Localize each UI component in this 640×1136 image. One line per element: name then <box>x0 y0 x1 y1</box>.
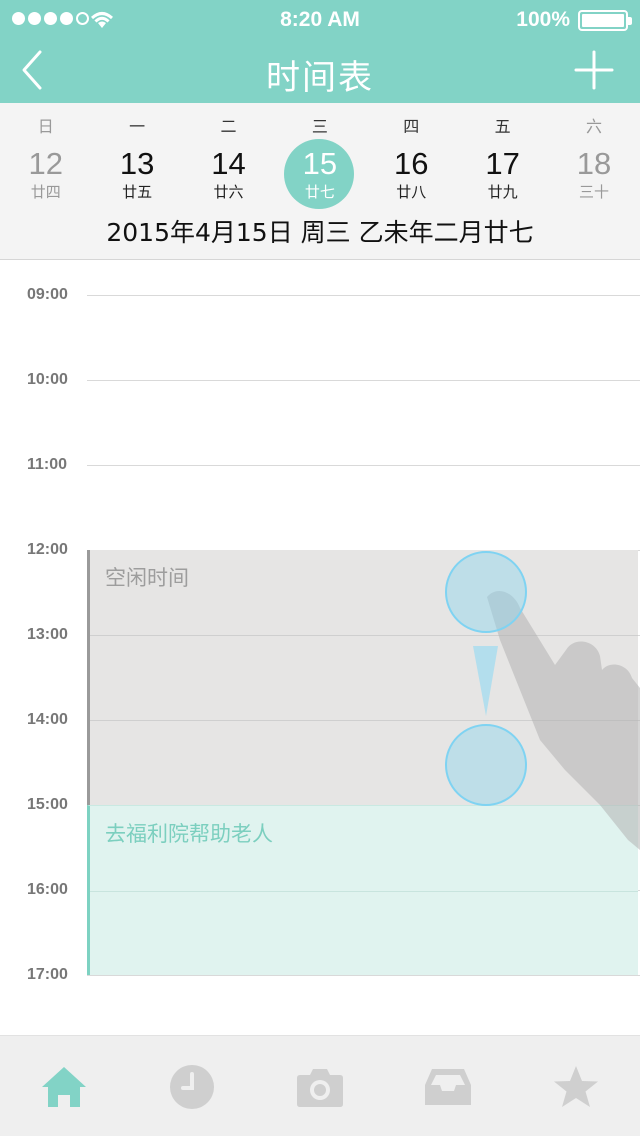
lunar-date: 廿四 <box>30 183 61 201</box>
hour-label: 13:00 <box>27 626 68 643</box>
tab-favorites[interactable] <box>512 1036 640 1136</box>
weekday-label: 日 <box>37 117 54 136</box>
tab-inbox[interactable] <box>384 1036 512 1136</box>
app-screen: 8:20 AM 100% 时间表 日 一 二 三 四 五 六 12 廿四 13 廿五 14 廿六 15 廿… <box>0 0 640 1136</box>
day-cell[interactable]: 18 三十 <box>548 139 639 209</box>
battery-percentage: 100% <box>516 8 570 31</box>
hour-label: 15:00 <box>27 796 68 813</box>
weekday-label: 四 <box>403 117 420 136</box>
day-number: 17 <box>485 146 520 181</box>
tab-clock[interactable] <box>128 1036 256 1136</box>
weekday-row: 日一二三四五六 <box>0 113 640 137</box>
page-title: 时间表 <box>266 58 374 98</box>
lunar-date: 廿七 <box>304 183 335 201</box>
tab-home[interactable] <box>0 1036 128 1136</box>
lunar-date: 三十 <box>579 183 610 201</box>
clock-icon <box>170 1064 214 1109</box>
day-number: 13 <box>119 146 155 181</box>
lunar-date: 廿六 <box>213 183 244 201</box>
day-number: 12 <box>28 146 63 181</box>
event-free-time[interactable]: 空闲时间 <box>87 550 638 805</box>
weekday-label: 二 <box>220 117 237 136</box>
day-row: 12 廿四 13 廿五 14 廿六 15 廿七 16 廿八 17 廿九 18 三十 <box>0 139 640 209</box>
tab-bar <box>0 1035 640 1136</box>
star-icon <box>554 1065 598 1107</box>
lunar-date: 廿九 <box>487 183 518 201</box>
day-timeline[interactable]: 空闲时间 去福利院帮助老人 09:00 10:00 11:00 12:00 13:00 1… <box>0 260 640 1035</box>
hour-label: 11:00 <box>27 456 68 473</box>
lunar-date: 廿八 <box>396 183 427 201</box>
hour-gridline <box>87 295 640 296</box>
weekday-label: 一 <box>129 117 146 136</box>
hour-gridline <box>87 975 640 976</box>
day-cell[interactable]: 17 廿九 <box>457 139 548 209</box>
tab-camera[interactable] <box>256 1036 384 1136</box>
hour-label: 12:00 <box>27 541 68 558</box>
event-title: 空闲时间 <box>105 566 189 590</box>
day-cell[interactable]: 13 廿五 <box>91 139 182 209</box>
week-strip: 日 一 二 三 四 五 六 12 廿四 13 廿五 14 廿六 15 廿七 16 廿八 17 廿九 18 三十 201… <box>0 103 640 260</box>
day-number: 15 <box>302 146 338 181</box>
day-number: 18 <box>576 146 612 181</box>
event-title: 去福利院帮助老人 <box>105 822 273 846</box>
hour-gridline <box>87 380 640 381</box>
day-cell[interactable]: 12 廿四 <box>0 139 91 209</box>
weekday-label: 六 <box>586 117 603 136</box>
status-bar: 8:20 AM 100% <box>0 0 640 40</box>
inbox-icon <box>425 1068 471 1105</box>
hour-label: 10:00 <box>27 371 68 388</box>
lunar-date: 廿五 <box>122 183 153 201</box>
home-icon <box>42 1066 86 1107</box>
nav-header: 8:20 AM 100% 时间表 <box>0 0 640 103</box>
hour-label: 17:00 <box>27 966 68 983</box>
day-cell-selected[interactable]: 15 廿七 <box>274 139 365 209</box>
hour-label: 09:00 <box>27 286 68 303</box>
hour-gridline <box>87 465 640 466</box>
plus-icon <box>574 50 614 90</box>
camera-icon <box>297 1068 343 1107</box>
weekday-label: 五 <box>494 117 511 136</box>
weekday-label: 三 <box>311 117 328 136</box>
day-cell[interactable]: 16 廿八 <box>366 139 457 209</box>
day-number: 14 <box>211 146 246 181</box>
day-cell[interactable]: 14 廿六 <box>183 139 274 209</box>
hour-label: 16:00 <box>27 881 68 898</box>
battery-icon <box>578 10 632 31</box>
day-number: 16 <box>394 146 429 181</box>
add-event-button[interactable] <box>574 50 614 90</box>
hour-label: 14:00 <box>27 711 68 728</box>
event-charity-visit[interactable]: 去福利院帮助老人 <box>87 805 638 975</box>
selected-date-label: 2015年4月15日 周三 乙未年二月廿七 <box>106 218 534 247</box>
